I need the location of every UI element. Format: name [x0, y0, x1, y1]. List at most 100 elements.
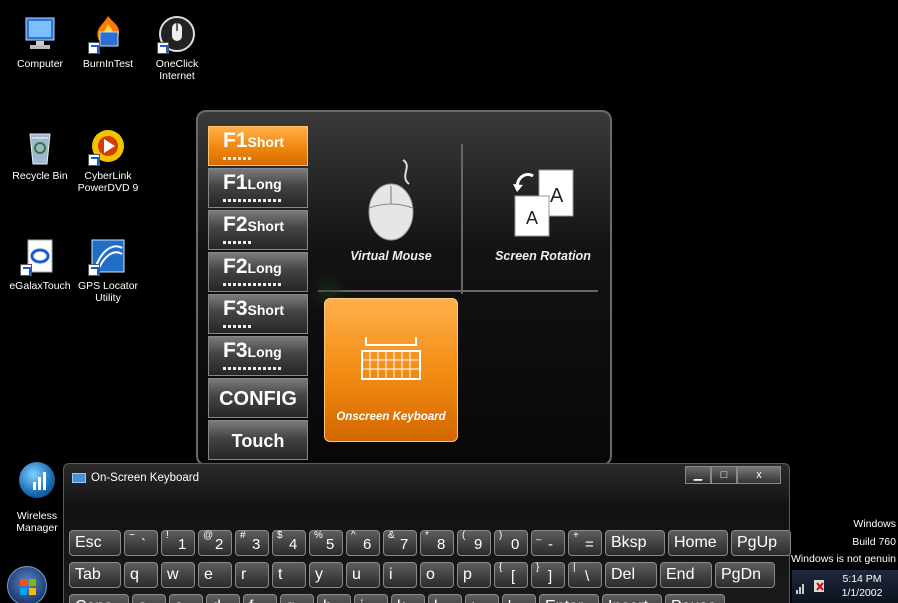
key[interactable]: a	[132, 594, 166, 603]
key[interactable]: t	[272, 562, 306, 588]
key[interactable]: Bksp	[605, 530, 665, 556]
watermark-windows: Windows	[853, 518, 896, 530]
key[interactable]: d	[206, 594, 240, 603]
key[interactable]: i	[383, 562, 417, 588]
fkey-key: F1	[223, 129, 248, 152]
fkey-key: F2	[223, 213, 248, 236]
key[interactable]: p	[457, 562, 491, 588]
key[interactable]: Home	[668, 530, 728, 556]
desktop-icon-powerdvd[interactable]: CyberLink PowerDVD 9	[70, 126, 146, 194]
key[interactable]: {[	[494, 562, 528, 588]
shortcut-arrow-icon	[88, 264, 100, 276]
key[interactable]: k	[391, 594, 425, 603]
key[interactable]: #3	[235, 530, 269, 556]
key[interactable]: % 5	[309, 530, 343, 556]
f2-long-button[interactable]: F2Long	[208, 252, 308, 292]
key-label: f	[249, 598, 253, 603]
desktop-icon-computer[interactable]: Computer	[2, 14, 78, 70]
close-button[interactable]: x	[737, 466, 781, 484]
key[interactable]: ^ 6	[346, 530, 380, 556]
key[interactable]: l	[428, 594, 462, 603]
key[interactable]: j	[354, 594, 388, 603]
key[interactable]: Caps	[69, 594, 129, 603]
f1-long-button[interactable]: F1Long	[208, 168, 308, 208]
key[interactable]: w	[161, 562, 195, 588]
key-label: l	[434, 598, 438, 603]
key[interactable]: h	[317, 594, 351, 603]
key-label: Pause	[671, 598, 716, 603]
key[interactable]: s	[169, 594, 203, 603]
desktop-icon-gps-locator[interactable]: GPS Locator Utility	[70, 236, 146, 304]
maximize-button[interactable]: □	[711, 466, 737, 484]
key-label: w	[167, 566, 179, 583]
key[interactable]: Esc	[69, 530, 121, 556]
f3-short-button[interactable]: F3Short	[208, 294, 308, 334]
key[interactable]: + =	[568, 530, 602, 556]
fkey-mode: Short	[247, 302, 285, 318]
key[interactable]: ) 0	[494, 530, 528, 556]
key[interactable]: '	[502, 594, 536, 603]
screen-rotation-button[interactable]: A A Screen Rotation	[478, 152, 608, 282]
powerdvd-icon	[88, 126, 128, 166]
key[interactable]: r	[235, 562, 269, 588]
key[interactable]: Enter	[539, 594, 599, 603]
key[interactable]: o	[420, 562, 454, 588]
f2-short-button[interactable]: F2Short	[208, 210, 308, 250]
key[interactable]: PgDn	[715, 562, 775, 588]
key[interactable]: Del	[605, 562, 657, 588]
key[interactable]: Pause	[665, 594, 725, 603]
key[interactable]: f	[243, 594, 277, 603]
key[interactable]: }]	[531, 562, 565, 588]
key[interactable]: _ -	[531, 530, 565, 556]
taskbar-clock[interactable]: 5:14 PM 1/1/2002	[836, 572, 888, 600]
press-indicator	[223, 325, 251, 328]
key-shift-char: }	[536, 562, 540, 573]
desktop-icon-recycle-bin[interactable]: Recycle Bin	[2, 126, 78, 182]
key[interactable]: e	[198, 562, 232, 588]
key-label: '	[508, 598, 511, 603]
key[interactable]: Insert	[602, 594, 662, 603]
gps-locator-icon	[88, 236, 128, 276]
key[interactable]: q	[124, 562, 158, 588]
key-main-char: 5	[326, 536, 335, 553]
key[interactable]: ;	[465, 594, 499, 603]
key[interactable]: PgUp	[731, 530, 791, 556]
key[interactable]: g	[280, 594, 314, 603]
f1-short-button[interactable]: F1Short	[208, 126, 308, 166]
key-main-char: 2	[215, 536, 224, 553]
touch-lock-button[interactable]: Touch Lock	[208, 420, 308, 460]
key[interactable]: ~ `	[124, 530, 158, 556]
key[interactable]: * 8	[420, 530, 454, 556]
key[interactable]: u	[346, 562, 380, 588]
key[interactable]: @2	[198, 530, 232, 556]
screen-rotation-label: Screen Rotation	[495, 249, 591, 263]
key[interactable]: End	[660, 562, 712, 588]
key[interactable]: & 7	[383, 530, 417, 556]
onscreen-keyboard-button[interactable]: Onscreen Keyboard	[324, 298, 458, 442]
virtual-mouse-button[interactable]: Virtual Mouse	[326, 152, 456, 282]
hotkey-panel: F1Short F1Long F2Short F2Long F3Short F3…	[196, 110, 612, 466]
virtual-mouse-label: Virtual Mouse	[350, 249, 432, 263]
key[interactable]: | \	[568, 562, 602, 588]
config-button[interactable]: CONFIG	[208, 378, 308, 418]
windows-logo-icon	[20, 579, 36, 595]
desktop-icon-burnintest[interactable]: BurnInTest	[70, 14, 146, 70]
key[interactable]: y	[309, 562, 343, 588]
desktop-icon-egalaxtouch[interactable]: eGalaxTouch	[2, 236, 78, 292]
key-shift-char: |	[573, 562, 576, 573]
desktop-icon-wireless-manager[interactable]: Wireless Manager	[12, 462, 62, 534]
key-label: Enter	[545, 598, 583, 603]
minimize-button[interactable]: ▁	[685, 466, 711, 484]
network-status-icon[interactable]	[794, 572, 834, 602]
key[interactable]: $4	[272, 530, 306, 556]
window-controls: ▁ □ x	[685, 466, 781, 484]
start-button[interactable]	[7, 566, 47, 603]
fkey-key: F3	[223, 339, 248, 362]
f3-long-button[interactable]: F3Long	[208, 336, 308, 376]
key[interactable]: (9	[457, 530, 491, 556]
key-shift-char: {	[499, 562, 503, 573]
desktop-icon-oneclick-internet[interactable]: OneClick Internet	[139, 14, 215, 82]
desktop-icon-label: BurnInTest	[82, 58, 134, 70]
key[interactable]: Tab	[69, 562, 121, 588]
key[interactable]: ! 1	[161, 530, 195, 556]
